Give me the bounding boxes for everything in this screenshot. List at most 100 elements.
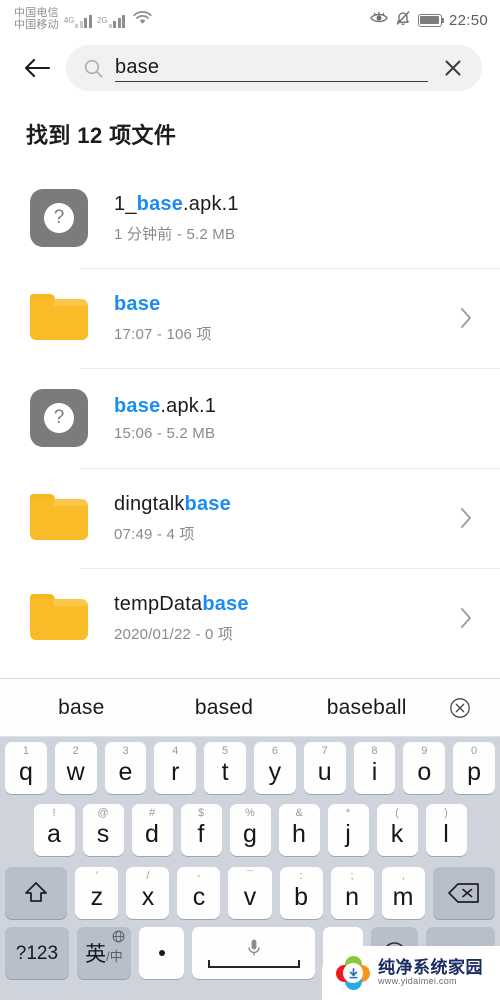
status-bar-right: 22:50 [370,10,488,31]
key-sup: / [146,870,150,882]
carrier-names: 中国电信 中国移动 [14,8,59,31]
search-input[interactable]: base [66,45,482,91]
key-i[interactable]: 8i [353,742,396,794]
list-item[interactable]: ? 1_base.apk.1 1 分钟前 - 5.2 MB [0,168,500,268]
unknown-file-icon: ? [30,189,88,247]
signal-group-1: 4G [64,13,92,28]
key-k[interactable]: (k [376,804,418,856]
list-item[interactable]: tempDatabase 2020/01/22 - 0 项 [0,568,500,668]
search-input-text-wrap: base [115,55,428,82]
key-sup: 1 [22,745,29,757]
folder-icon [30,589,88,647]
key-sup: : [299,870,303,882]
file-name: base [114,293,454,316]
key-h[interactable]: & h [278,804,320,856]
list-item-text: 1_base.apk.1 1 分钟前 - 5.2 MB [114,193,454,244]
on-screen-keyboard: base based baseball 1q 2w 3e 4r 5t 6y 7u… [0,678,500,1000]
status-bar-left: 中国电信 中国移动 4G 2G [14,8,153,31]
space-key[interactable] [192,927,315,979]
keyboard-row-1: 1q 2w 3e 4r 5t 6y 7u 8i 9o 0p [0,737,500,799]
key-sup: ¯ [246,870,254,882]
carrier-secondary: 中国移动 [14,19,59,31]
wifi-icon [132,10,153,31]
battery-icon [417,13,445,27]
key-m[interactable]: ,m [381,867,425,919]
key-c[interactable]: -c [177,867,221,919]
key-t[interactable]: 5t [204,742,246,794]
watermark-text: 纯净系统家园 www.yidaimei.com [378,958,483,988]
key-v[interactable]: ¯ v [228,867,272,919]
search-input-value: base [115,55,428,82]
list-item-text: base 17:07 - 106 项 [114,293,454,344]
key-n[interactable]: ; n [330,867,374,919]
file-name-match: base [114,292,161,315]
suggestion-2[interactable]: baseball [295,696,438,720]
back-arrow-icon[interactable] [20,51,54,85]
key-sup: 5 [222,745,229,757]
key-l[interactable]: ) l [425,804,467,856]
key-o[interactable]: 9o [403,742,446,794]
key-f[interactable]: $ f [180,804,222,856]
backspace-icon[interactable] [432,867,495,919]
key-sup: % [245,807,255,819]
key-d[interactable]: # d [131,804,173,856]
language-switch-key[interactable]: 英/中 [76,927,132,979]
download-diamond-logo [332,952,374,994]
dot-glyph [158,950,165,956]
file-name-match: base [202,592,249,615]
close-circle-icon[interactable] [438,697,482,719]
file-meta: 2020/01/22 - 0 项 [114,625,234,643]
shift-icon[interactable] [5,867,68,919]
period-key[interactable] [139,927,185,979]
file-meta: 1 分钟前 - 5.2 MB [114,225,236,243]
key-sup: 6 [271,745,278,757]
key-a[interactable]: ! a [33,804,75,856]
key-sup: ; [350,870,354,882]
suggestion-0[interactable]: base [10,696,153,720]
key-sup: $ [197,807,205,819]
key-u[interactable]: 7u [303,742,346,794]
key-z[interactable]: ' z [75,867,119,919]
key-j[interactable]: * j [327,804,369,856]
keyboard-row-3: ' z / x -c ¯ v :b ; n ,m [0,861,500,925]
key-p[interactable]: 0p [453,742,495,794]
file-name: tempDatabase [114,593,454,616]
status-bar: 中国电信 中国移动 4G 2G 22:50 [0,0,500,40]
key-y[interactable]: 6y [254,742,296,794]
folder-icon [30,289,88,347]
chevron-right-icon[interactable] [454,607,478,629]
key-b[interactable]: :b [279,867,323,919]
chevron-right-icon[interactable] [454,507,478,529]
key-s[interactable]: @ s [82,804,124,856]
search-icon [84,59,103,78]
file-meta: 17:07 - 106 项 [114,325,212,343]
key-x[interactable]: / x [126,867,170,919]
list-item[interactable]: ? base.apk.1 15:06 - 5.2 MB [0,368,500,468]
eye-icon [370,11,388,30]
signal-group-2: 2G [97,13,126,28]
search-results-list: ? 1_base.apk.1 1 分钟前 - 5.2 MB base 17:07… [0,168,500,676]
suggestion-1[interactable]: based [153,696,296,720]
list-item[interactable]: dingtalkbase 07:49 - 4 项 [0,468,500,568]
key-w[interactable]: 2w [54,742,97,794]
file-name-prefix: tempData [114,592,203,615]
site-watermark: 纯净系统家园 www.yidaimei.com [322,946,500,1000]
key-label: ?123 [15,942,59,964]
key-sup: ! [52,807,56,819]
key-g[interactable]: % g [229,804,271,856]
folder-icon [30,489,88,547]
list-item[interactable]: base 17:07 - 106 项 [0,268,500,368]
key-e[interactable]: 3e [104,742,147,794]
chevron-right-icon[interactable] [454,307,478,329]
key-sup: 0 [471,745,478,757]
globe-icon [112,930,125,948]
file-name-prefix: 1_ [114,192,137,215]
numeric-layout-key[interactable]: ?123 [5,927,69,979]
list-item-text: dingtalkbase 07:49 - 4 项 [114,493,454,544]
microphone-icon [246,938,262,963]
key-q[interactable]: 1q [5,742,47,794]
key-r[interactable]: 4r [154,742,197,794]
close-icon[interactable] [440,55,466,81]
signal-bars-1 [75,13,92,28]
file-meta: 07:49 - 4 项 [114,525,195,543]
